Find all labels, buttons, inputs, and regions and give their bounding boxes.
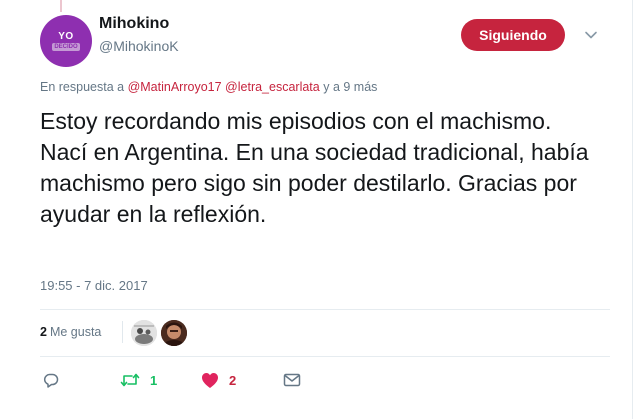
likes-label: Me gusta bbox=[49, 325, 102, 339]
following-button[interactable]: Siguiendo bbox=[461, 19, 565, 51]
user-display-name[interactable]: Mihokino bbox=[99, 15, 169, 33]
tweet-card: YO DECIDO Mihokino @MihokinoK Siguiendo … bbox=[0, 0, 643, 419]
avatar[interactable]: YO DECIDO bbox=[40, 15, 92, 67]
reply-button[interactable] bbox=[42, 369, 60, 391]
reply-suffix: y a 9 más bbox=[323, 80, 378, 94]
stat-separator bbox=[122, 321, 123, 343]
column-border bbox=[632, 0, 633, 419]
liker-avatar-image bbox=[131, 320, 157, 346]
direct-message-button[interactable] bbox=[283, 369, 301, 391]
tweet-timestamp[interactable]: 19:55 - 7 dic. 2017 bbox=[40, 278, 148, 293]
divider bbox=[40, 309, 610, 310]
likes-stat[interactable]: 2 Me gusta bbox=[40, 325, 101, 339]
chevron-down-icon[interactable] bbox=[582, 26, 600, 44]
reply-icon bbox=[44, 373, 59, 388]
envelope-icon bbox=[283, 373, 301, 387]
liker-avatar-image bbox=[161, 320, 187, 346]
divider bbox=[40, 356, 610, 357]
likes-count: 2 bbox=[40, 325, 47, 339]
mention-link-2[interactable]: @letra_escarlata bbox=[225, 80, 320, 94]
like-button[interactable]: 2 bbox=[201, 369, 236, 391]
mention-link-1[interactable]: @MatinArroyo17 bbox=[128, 80, 222, 94]
tweet-text: Estoy recordando mis episodios con el ma… bbox=[40, 108, 589, 227]
avatar-text-main: YO bbox=[58, 30, 74, 42]
liker-avatar[interactable] bbox=[161, 320, 187, 346]
liker-avatar[interactable] bbox=[131, 320, 157, 346]
reply-prefix: En respuesta a bbox=[40, 80, 125, 94]
retweet-count: 1 bbox=[150, 372, 158, 388]
retweet-button[interactable]: 1 bbox=[120, 369, 157, 391]
reply-context: En respuesta a @MatinArroyo17 @letra_esc… bbox=[40, 80, 377, 94]
user-handle[interactable]: @MihokinoK bbox=[99, 38, 179, 54]
heart-icon bbox=[202, 372, 218, 388]
retweet-icon bbox=[120, 373, 140, 387]
like-count: 2 bbox=[229, 372, 237, 388]
avatar-text-sub: DECIDO bbox=[52, 42, 80, 51]
thread-line bbox=[60, 0, 62, 12]
